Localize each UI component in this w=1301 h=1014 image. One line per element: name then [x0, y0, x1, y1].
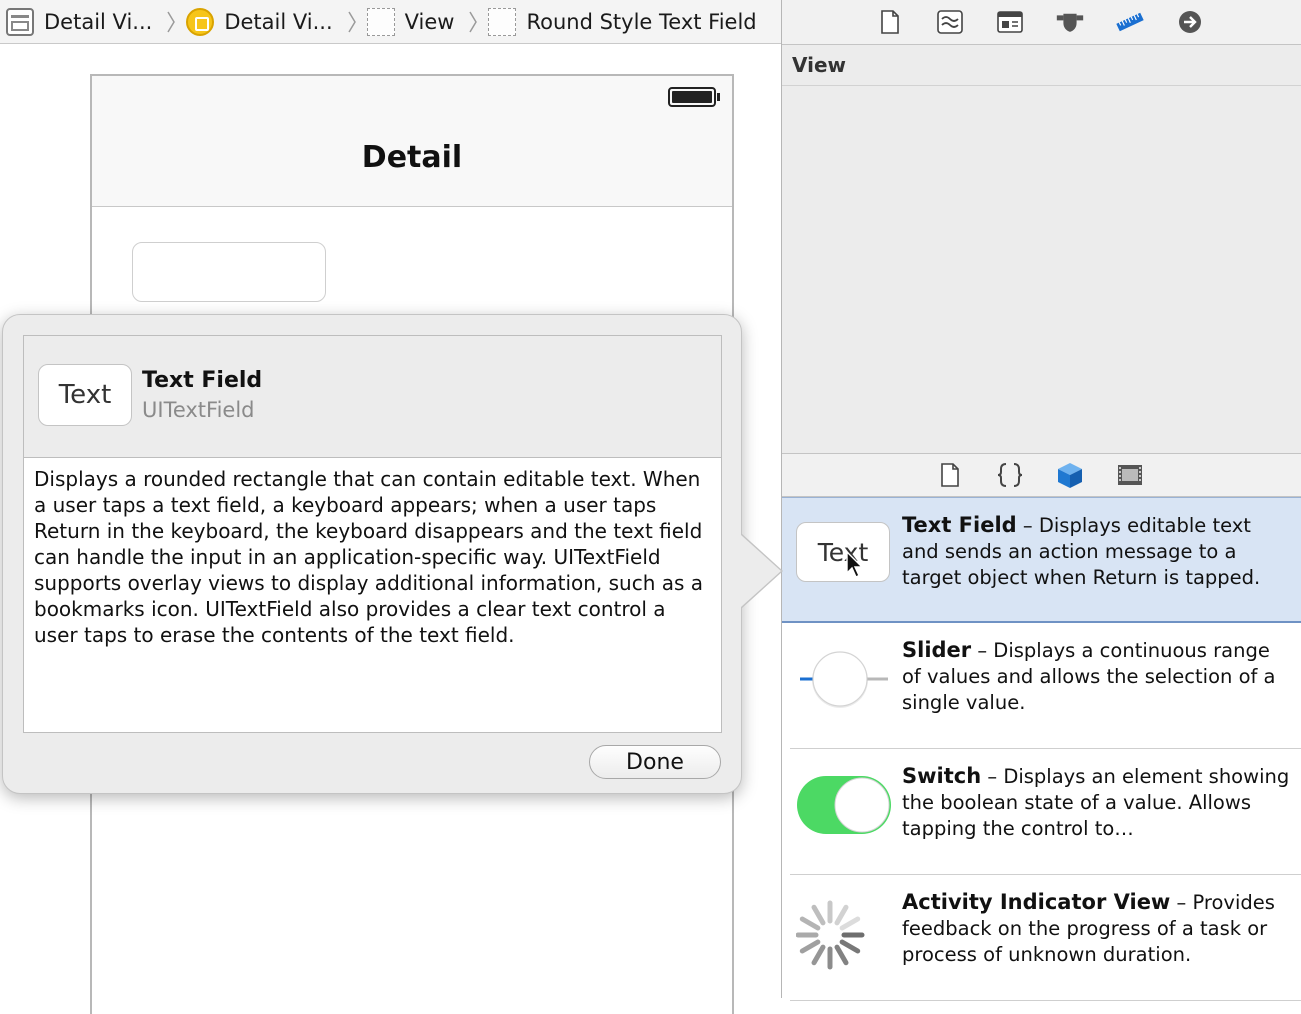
spinner-spoke — [834, 904, 849, 926]
file-template-icon[interactable] — [936, 461, 964, 489]
view-icon — [366, 7, 395, 36]
object-library-list[interactable]: Text Text Field – Displays editable text… — [782, 497, 1301, 1001]
spinner-spoke — [839, 939, 861, 954]
library-item-slider[interactable]: Slider – Displays a continuous range of … — [782, 623, 1301, 749]
chevron-right-icon — [468, 10, 478, 34]
library-item-text-field[interactable]: Text Text Field – Displays editable text… — [782, 497, 1301, 623]
spinner-spoke — [834, 944, 849, 966]
view-icon — [488, 7, 517, 36]
text-field-icon: Text — [796, 522, 892, 586]
nav-title: Detail — [361, 140, 463, 175]
breadcrumb-label: View — [404, 9, 455, 34]
text-field-icon: Text — [38, 364, 132, 426]
breadcrumb-item-storyboard[interactable]: Detail Vi... — [6, 7, 153, 36]
attributes-inspector-icon[interactable] — [1056, 8, 1084, 36]
file-inspector-icon[interactable] — [876, 8, 904, 36]
library-item-switch[interactable]: Switch – Displays an element showing the… — [782, 749, 1301, 875]
breadcrumb-item-view[interactable]: View — [366, 7, 455, 36]
spinner-spoke — [799, 939, 821, 954]
library-item-title: Switch — [902, 764, 982, 788]
popover-description: Displays a rounded rectangle that can co… — [23, 457, 722, 733]
breadcrumb-item-view-controller[interactable]: Detail Vi... — [186, 7, 333, 36]
chevron-right-icon — [166, 10, 176, 34]
utilities-pane: View Text Text Field – Displays editable… — [782, 0, 1301, 1001]
identity-inspector-icon[interactable] — [996, 8, 1024, 36]
chevron-right-icon — [347, 10, 357, 34]
spinner-spoke — [811, 904, 826, 926]
library-item-title: Activity Indicator View — [902, 890, 1171, 914]
popover-arrow — [741, 535, 781, 607]
object-help-popover: Text Text Field UITextField Displays a r… — [2, 314, 783, 794]
quick-help-icon[interactable] — [936, 8, 964, 36]
spinner-spoke — [839, 916, 861, 931]
breadcrumb-label: Detail Vi... — [44, 9, 153, 34]
library-item-title: Slider — [902, 638, 972, 662]
breadcrumb-label: Detail Vi... — [224, 9, 333, 34]
size-inspector-icon[interactable] — [1116, 8, 1144, 36]
library-item-activity-indicator[interactable]: Activity Indicator View – Provides feedb… — [782, 875, 1301, 1001]
navigation-bar[interactable]: Detail — [92, 76, 732, 207]
connections-inspector-icon[interactable] — [1176, 8, 1204, 36]
view-controller-icon — [186, 7, 215, 36]
switch-icon — [796, 773, 892, 837]
battery-icon — [668, 87, 720, 107]
media-library-icon[interactable] — [1116, 461, 1144, 489]
popover-class-name: UITextField — [142, 398, 255, 422]
inspector-content — [782, 87, 1301, 453]
jump-bar: Detail Vi... Detail Vi... View Round Sty… — [0, 0, 781, 44]
done-button[interactable]: Done — [589, 745, 721, 779]
inspector-selector-bar — [782, 0, 1301, 45]
breadcrumb-item-text-field[interactable]: Round Style Text Field — [488, 7, 757, 36]
mouse-pointer-icon — [845, 550, 865, 585]
library-selector-bar — [782, 453, 1301, 497]
popover-header: Text Text Field UITextField — [23, 335, 722, 457]
spinner-spoke — [811, 944, 826, 966]
code-snippet-icon[interactable] — [996, 461, 1024, 489]
storyboard-icon — [6, 7, 34, 36]
spinner-spoke — [799, 916, 821, 931]
library-item-title: Text Field — [902, 513, 1017, 537]
round-style-text-field[interactable] — [132, 242, 326, 302]
popover-title: Text Field — [142, 368, 263, 393]
slider-icon — [796, 647, 892, 711]
object-library-icon[interactable] — [1056, 461, 1084, 489]
inspector-section-title: View — [782, 46, 1301, 86]
breadcrumb-label: Round Style Text Field — [526, 9, 757, 34]
activity-indicator-icon — [795, 899, 892, 970]
